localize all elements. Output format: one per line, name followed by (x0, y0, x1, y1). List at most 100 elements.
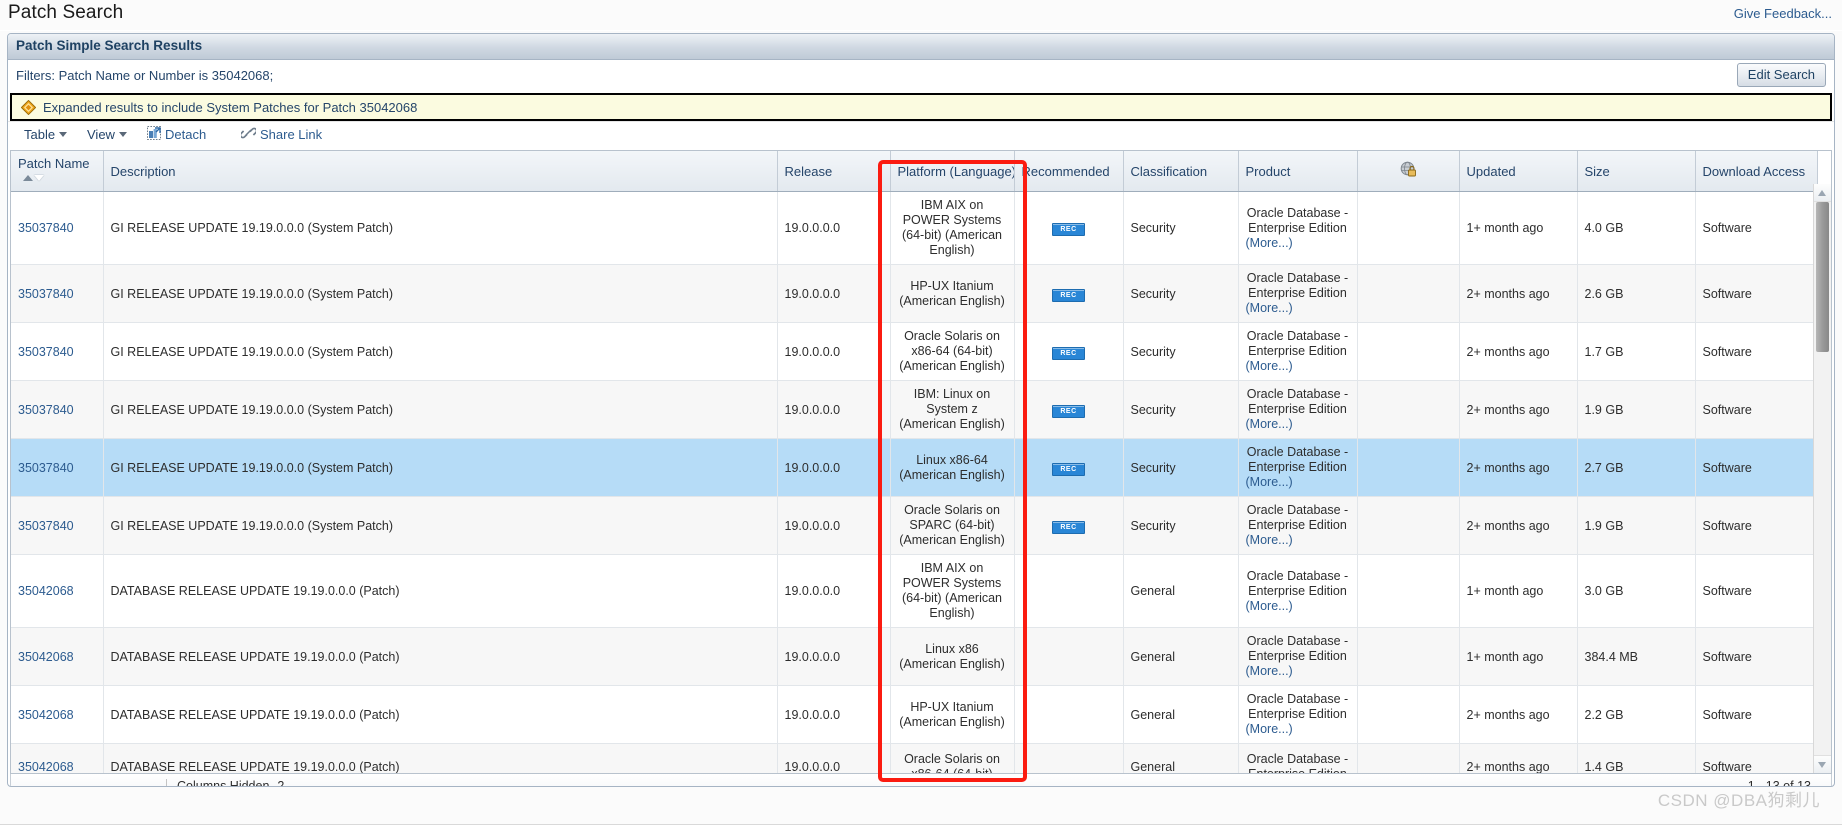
patch-name-link[interactable]: 35037840 (18, 221, 74, 235)
cell-release: 19.0.0.0.0 (777, 380, 891, 439)
cell-updated: 1+ month ago (1459, 627, 1578, 686)
cell-download-access: Software (1695, 743, 1818, 773)
recommended-badge: REC (1052, 346, 1085, 360)
col-header-access[interactable] (1357, 151, 1460, 192)
col-header-download-access[interactable]: Download Access (1695, 151, 1818, 192)
cell-description: DATABASE RELEASE UPDATE 19.19.0.0.0 (Pat… (103, 743, 778, 773)
table-toolbar: Table View Detach Share Link (8, 121, 1834, 150)
product-more-link[interactable]: (More...) (1246, 664, 1350, 679)
col-header-recommended[interactable]: Recommended (1014, 151, 1124, 192)
info-message-text: Expanded results to include System Patch… (43, 100, 418, 115)
cell-patch-name: 35037840 (11, 380, 104, 439)
product-name: Oracle Database - Enterprise Edition (1246, 329, 1349, 358)
table-menu[interactable]: Table (24, 127, 68, 142)
cell-description: GI RELEASE UPDATE 19.19.0.0.0 (System Pa… (103, 380, 778, 439)
cell-patch-name: 35037840 (11, 191, 104, 265)
product-more-link[interactable]: (More...) (1246, 301, 1350, 316)
cell-recommended (1014, 627, 1124, 686)
product-more-link[interactable]: (More...) (1246, 722, 1350, 737)
cell-access (1357, 191, 1460, 265)
sort-indicator[interactable] (23, 170, 44, 184)
col-header-product[interactable]: Product (1238, 151, 1358, 192)
table-row[interactable]: 35037840 GI RELEASE UPDATE 19.19.0.0.0 (S… (11, 322, 1818, 381)
col-header-size[interactable]: Size (1577, 151, 1696, 192)
panel-title: Patch Simple Search Results (16, 38, 203, 53)
patch-name-link[interactable]: 35042068 (18, 584, 74, 598)
patch-name-link[interactable]: 35037840 (18, 461, 74, 475)
product-more-link[interactable]: (More...) (1246, 359, 1350, 374)
patch-name-link[interactable]: 35037840 (18, 403, 74, 417)
col-header-platform[interactable]: Platform (Language) (890, 151, 1015, 192)
page-title: Patch Search (8, 2, 124, 23)
product-more-link[interactable]: (More...) (1246, 236, 1350, 251)
give-feedback-link[interactable]: Give Feedback... (1734, 6, 1832, 21)
link-chain-icon (239, 126, 258, 143)
cell-recommended: REC (1014, 496, 1124, 555)
scroll-down-button[interactable] (1814, 755, 1831, 773)
table-row[interactable]: 35042068 DATABASE RELEASE UPDATE 19.19.0.… (11, 743, 1818, 773)
cell-product: Oracle Database - Enterprise Edition (Mor… (1238, 685, 1358, 744)
cell-classification: Security (1123, 322, 1239, 381)
table-row[interactable]: 35037840 GI RELEASE UPDATE 19.19.0.0.0 (S… (11, 264, 1818, 323)
patch-name-link[interactable]: 35042068 (18, 650, 74, 664)
product-name: Oracle Database - Enterprise Edition (1246, 205, 1349, 235)
patch-name-link[interactable]: 35037840 (18, 287, 74, 301)
cell-classification: Security (1123, 380, 1239, 439)
detach-button[interactable]: Detach (147, 126, 206, 144)
table-row[interactable]: 35037840 GI RELEASE UPDATE 19.19.0.0.0 (S… (11, 380, 1818, 439)
product-more-link[interactable]: (More...) (1246, 417, 1350, 432)
table-row[interactable]: 35037840 GI RELEASE UPDATE 19.19.0.0.0 (S… (11, 191, 1818, 265)
cell-platform: Linux x86-64 (American English) (890, 438, 1015, 497)
table-row[interactable]: 35037840 GI RELEASE UPDATE 19.19.0.0.0 (S… (11, 496, 1818, 555)
cell-release: 19.0.0.0.0 (777, 743, 891, 773)
cell-size: 2.2 GB (1577, 685, 1696, 744)
product-name: Oracle Database - Enterprise Edition (1246, 445, 1349, 474)
table-row[interactable]: 35042068 DATABASE RELEASE UPDATE 19.19.0.… (11, 627, 1818, 686)
cell-size: 4.0 GB (1577, 191, 1696, 265)
cell-size: 1.9 GB (1577, 496, 1696, 555)
product-more-link[interactable]: (More...) (1246, 599, 1350, 614)
scroll-up-button[interactable] (1814, 184, 1831, 202)
patch-name-link[interactable]: 35037840 (18, 345, 74, 359)
patch-name-link[interactable]: 35042068 (18, 708, 74, 722)
col-header-description[interactable]: Description (103, 151, 778, 192)
cell-size: 3.0 GB (1577, 554, 1696, 628)
patch-name-link[interactable]: 35037840 (18, 519, 74, 533)
cell-download-access: Software (1695, 322, 1818, 381)
product-name: Oracle Database - Enterprise Edition (1246, 568, 1349, 598)
product-more-link[interactable]: (More...) (1246, 533, 1350, 548)
cell-platform: Linux x86 (American English) (890, 627, 1015, 686)
cell-download-access: Software (1695, 685, 1818, 744)
product-more-link[interactable]: (More...) (1246, 475, 1350, 490)
cell-access (1357, 743, 1460, 773)
columns-hidden-label: Columns Hidden (177, 779, 270, 787)
share-link-button[interactable]: Share Link (239, 126, 322, 144)
watermark: CSDN @DBA狗剩儿 (1657, 791, 1820, 810)
cell-updated: 1+ month ago (1459, 554, 1578, 628)
col-header-patch-name[interactable]: Patch Name (11, 151, 104, 192)
cell-updated: 2+ months ago (1459, 743, 1578, 773)
patch-name-link[interactable]: 35042068 (18, 760, 74, 773)
col-header-release[interactable]: Release (777, 151, 891, 192)
cell-release: 19.0.0.0.0 (777, 191, 891, 265)
scrollbar-thumb[interactable] (1816, 202, 1829, 352)
cell-product: Oracle Database - Enterprise Edition (Mor… (1238, 380, 1358, 439)
table-row[interactable]: 35037840 GI RELEASE UPDATE 19.19.0.0.0 (S… (11, 438, 1818, 497)
edit-search-button[interactable]: Edit Search (1736, 63, 1826, 87)
globe-lock-icon (1363, 161, 1454, 181)
cell-access (1357, 627, 1460, 686)
results-table: Patch Name Description Release Platform … (11, 151, 1818, 773)
cell-download-access: Software (1695, 496, 1818, 555)
chevron-up-icon (1818, 190, 1826, 196)
cell-platform: Oracle Solaris on x86-64 (64-bit) (Ameri… (890, 322, 1015, 381)
col-header-updated[interactable]: Updated (1459, 151, 1578, 192)
view-menu[interactable]: View (87, 127, 127, 142)
table-vertical-scrollbar[interactable] (1813, 184, 1831, 773)
cell-description: GI RELEASE UPDATE 19.19.0.0.0 (System Pa… (103, 496, 778, 555)
recommended-badge: REC (1052, 288, 1085, 302)
chevron-down-icon (1818, 762, 1826, 768)
table-row[interactable]: 35042068 DATABASE RELEASE UPDATE 19.19.0.… (11, 554, 1818, 628)
col-header-classification[interactable]: Classification (1123, 151, 1239, 192)
product-name: Oracle Database - Enterprise Edition (1246, 692, 1349, 721)
table-row[interactable]: 35042068 DATABASE RELEASE UPDATE 19.19.0.… (11, 685, 1818, 744)
